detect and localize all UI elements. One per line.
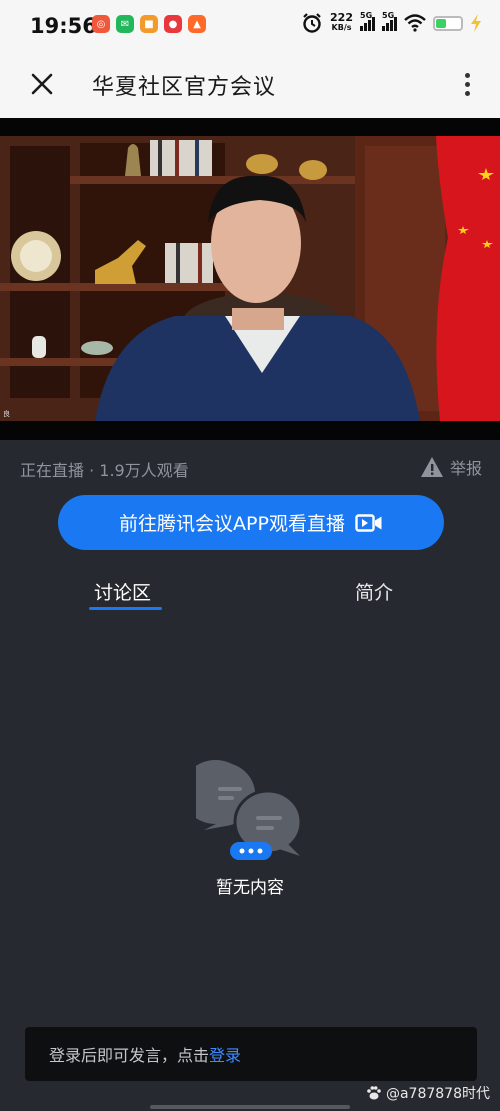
live-status: 正在直播 · 1.9万人观看 <box>20 461 189 480</box>
notification-icons: ◎ ✉ ■ ● ▲ <box>92 15 206 33</box>
video-camera-icon <box>355 513 382 532</box>
sim1-label: 5G <box>360 10 373 20</box>
close-button[interactable] <box>24 66 60 102</box>
home-indicator[interactable] <box>150 1105 350 1109</box>
status-indicators: 222 KB/s 5G 5G <box>301 11 482 34</box>
battery-icon <box>433 15 463 31</box>
tab-bar: 讨论区 简介 <box>0 572 500 616</box>
network-speed-unit: KB/s <box>331 23 352 32</box>
paw-icon <box>367 1086 381 1100</box>
chat-bubbles-icon <box>196 760 303 860</box>
empty-state: 暂无内容 <box>0 760 500 900</box>
app-icon-4: ● <box>164 15 182 33</box>
report-button[interactable]: 举报 <box>420 455 482 479</box>
open-tencent-meeting-button[interactable]: 前往腾讯会议APP观看直播 <box>58 495 444 550</box>
tab-discussion[interactable]: 讨论区 <box>94 578 151 605</box>
network-speed: 222 KB/s <box>330 11 353 33</box>
sim2-label: 5G <box>382 10 395 20</box>
login-prompt-text: 登录后即可发言，点击 <box>49 1046 210 1065</box>
live-video-player[interactable]: 良 <box>0 118 500 440</box>
cta-label: 前往腾讯会议APP观看直播 <box>119 513 345 535</box>
warning-icon <box>420 457 443 477</box>
app-icon-5: ▲ <box>188 15 206 33</box>
video-frame: 良 <box>0 118 500 440</box>
status-bar: 19:56 ◎ ✉ ■ ● ▲ 222 KB/s 5G 5G <box>0 0 500 52</box>
title-bar: 华夏社区官方会议 <box>0 52 500 118</box>
video-overlay-label: 良 <box>3 409 10 418</box>
charging-icon <box>471 14 481 32</box>
watermark: @a787878时代 <box>366 1083 490 1103</box>
signal-icon-1: 5G <box>360 11 375 31</box>
app-icon-1: ◎ <box>92 15 110 33</box>
tab-introduction[interactable]: 简介 <box>355 578 393 605</box>
login-link[interactable]: 登录 <box>209 1042 241 1066</box>
comment-login-bar[interactable]: 登录后即可发言，点击 登录 <box>25 1027 477 1081</box>
alarm-icon <box>303 13 321 33</box>
wechat-icon: ✉ <box>116 15 134 33</box>
empty-state-text: 暂无内容 <box>216 878 284 898</box>
active-tab-indicator <box>89 607 162 610</box>
network-speed-value: 222 <box>330 11 353 24</box>
report-label: 举报 <box>449 459 482 478</box>
app-icon-3: ■ <box>140 15 158 33</box>
signal-icon-2: 5G <box>382 11 397 31</box>
watermark-text: @a787878时代 <box>385 1086 490 1102</box>
more-menu-button[interactable] <box>460 66 474 102</box>
status-time: 19:56 <box>30 14 97 38</box>
wifi-icon <box>404 14 426 32</box>
page-title: 华夏社区官方会议 <box>92 75 277 100</box>
close-icon <box>31 73 53 95</box>
